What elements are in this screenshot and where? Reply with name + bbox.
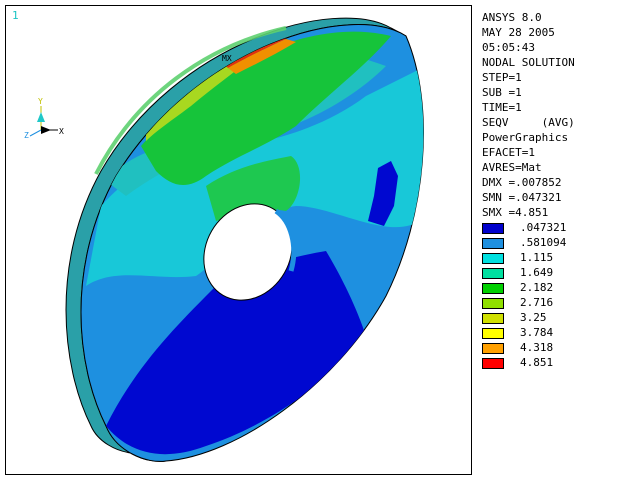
legend-swatch (482, 343, 504, 354)
legend-value: .581094 (520, 236, 567, 249)
result-item: SEQV (AVG) (482, 116, 575, 129)
avres-value: AVRES=Mat (482, 161, 542, 174)
legend-swatch (482, 328, 504, 339)
legend-value: 2.182 (520, 281, 554, 294)
info-panel: ANSYS 8.0 MAY 28 2005 05:05:43 NODAL SOL… (482, 10, 622, 370)
legend-value: 3.25 (520, 311, 547, 324)
triad-x-label: X (59, 127, 64, 136)
smn-value: SMN =.047321 (482, 191, 562, 204)
legend-value: 3.784 (520, 326, 554, 339)
legend-max-value: 4.851 (520, 356, 554, 369)
legend-row: 3.784 (482, 325, 622, 340)
solution-type: NODAL SOLUTION (482, 56, 575, 69)
legend-row: 2.716 (482, 295, 622, 310)
graphics-mode: PowerGraphics (482, 131, 569, 144)
legend-swatch (482, 253, 504, 264)
legend-value: 1.115 (520, 251, 554, 264)
smx-value: SMX =4.851 (482, 206, 549, 219)
legend-row: .581094 (482, 235, 622, 250)
coordinate-triad: Y X Z (24, 97, 64, 140)
legend-swatch (482, 298, 504, 309)
run-date: MAY 28 2005 (482, 26, 555, 39)
contour-legend: .047321 .581094 1.115 1.649 2.182 2.716 … (482, 220, 622, 370)
legend-row: 4.851 (482, 355, 622, 370)
legend-row: 2.182 (482, 280, 622, 295)
legend-row: 4.318 (482, 340, 622, 355)
substep-value: SUB =1 (482, 86, 522, 99)
time-value: TIME=1 (482, 101, 522, 114)
legend-swatch (482, 313, 504, 324)
triad-z-label: Z (24, 131, 29, 140)
legend-row: 1.115 (482, 250, 622, 265)
run-time: 05:05:43 (482, 41, 535, 54)
legend-value: 2.716 (520, 296, 554, 309)
efacet-value: EFACET=1 (482, 146, 535, 159)
legend-swatch (482, 283, 504, 294)
step-value: STEP=1 (482, 71, 522, 84)
program-version: ANSYS 8.0 (482, 11, 542, 24)
disk-contour-plot: MX Y X Z (24, 17, 424, 462)
legend-value: .047321 (520, 221, 567, 234)
legend-swatch (482, 268, 504, 279)
legend-row: .047321 (482, 220, 622, 235)
max-node-label: MX (222, 54, 232, 63)
dmx-value: DMX =.007852 (482, 176, 562, 189)
legend-swatch (482, 223, 504, 234)
triad-y-label: Y (38, 97, 43, 106)
legend-swatch-max (482, 358, 504, 369)
legend-value: 1.649 (520, 266, 554, 279)
legend-row: 1.649 (482, 265, 622, 280)
legend-value: 4.318 (520, 341, 554, 354)
legend-swatch (482, 238, 504, 249)
legend-row: 3.25 (482, 310, 622, 325)
graphics-viewport[interactable]: 1 MX Y X Z (5, 5, 472, 475)
